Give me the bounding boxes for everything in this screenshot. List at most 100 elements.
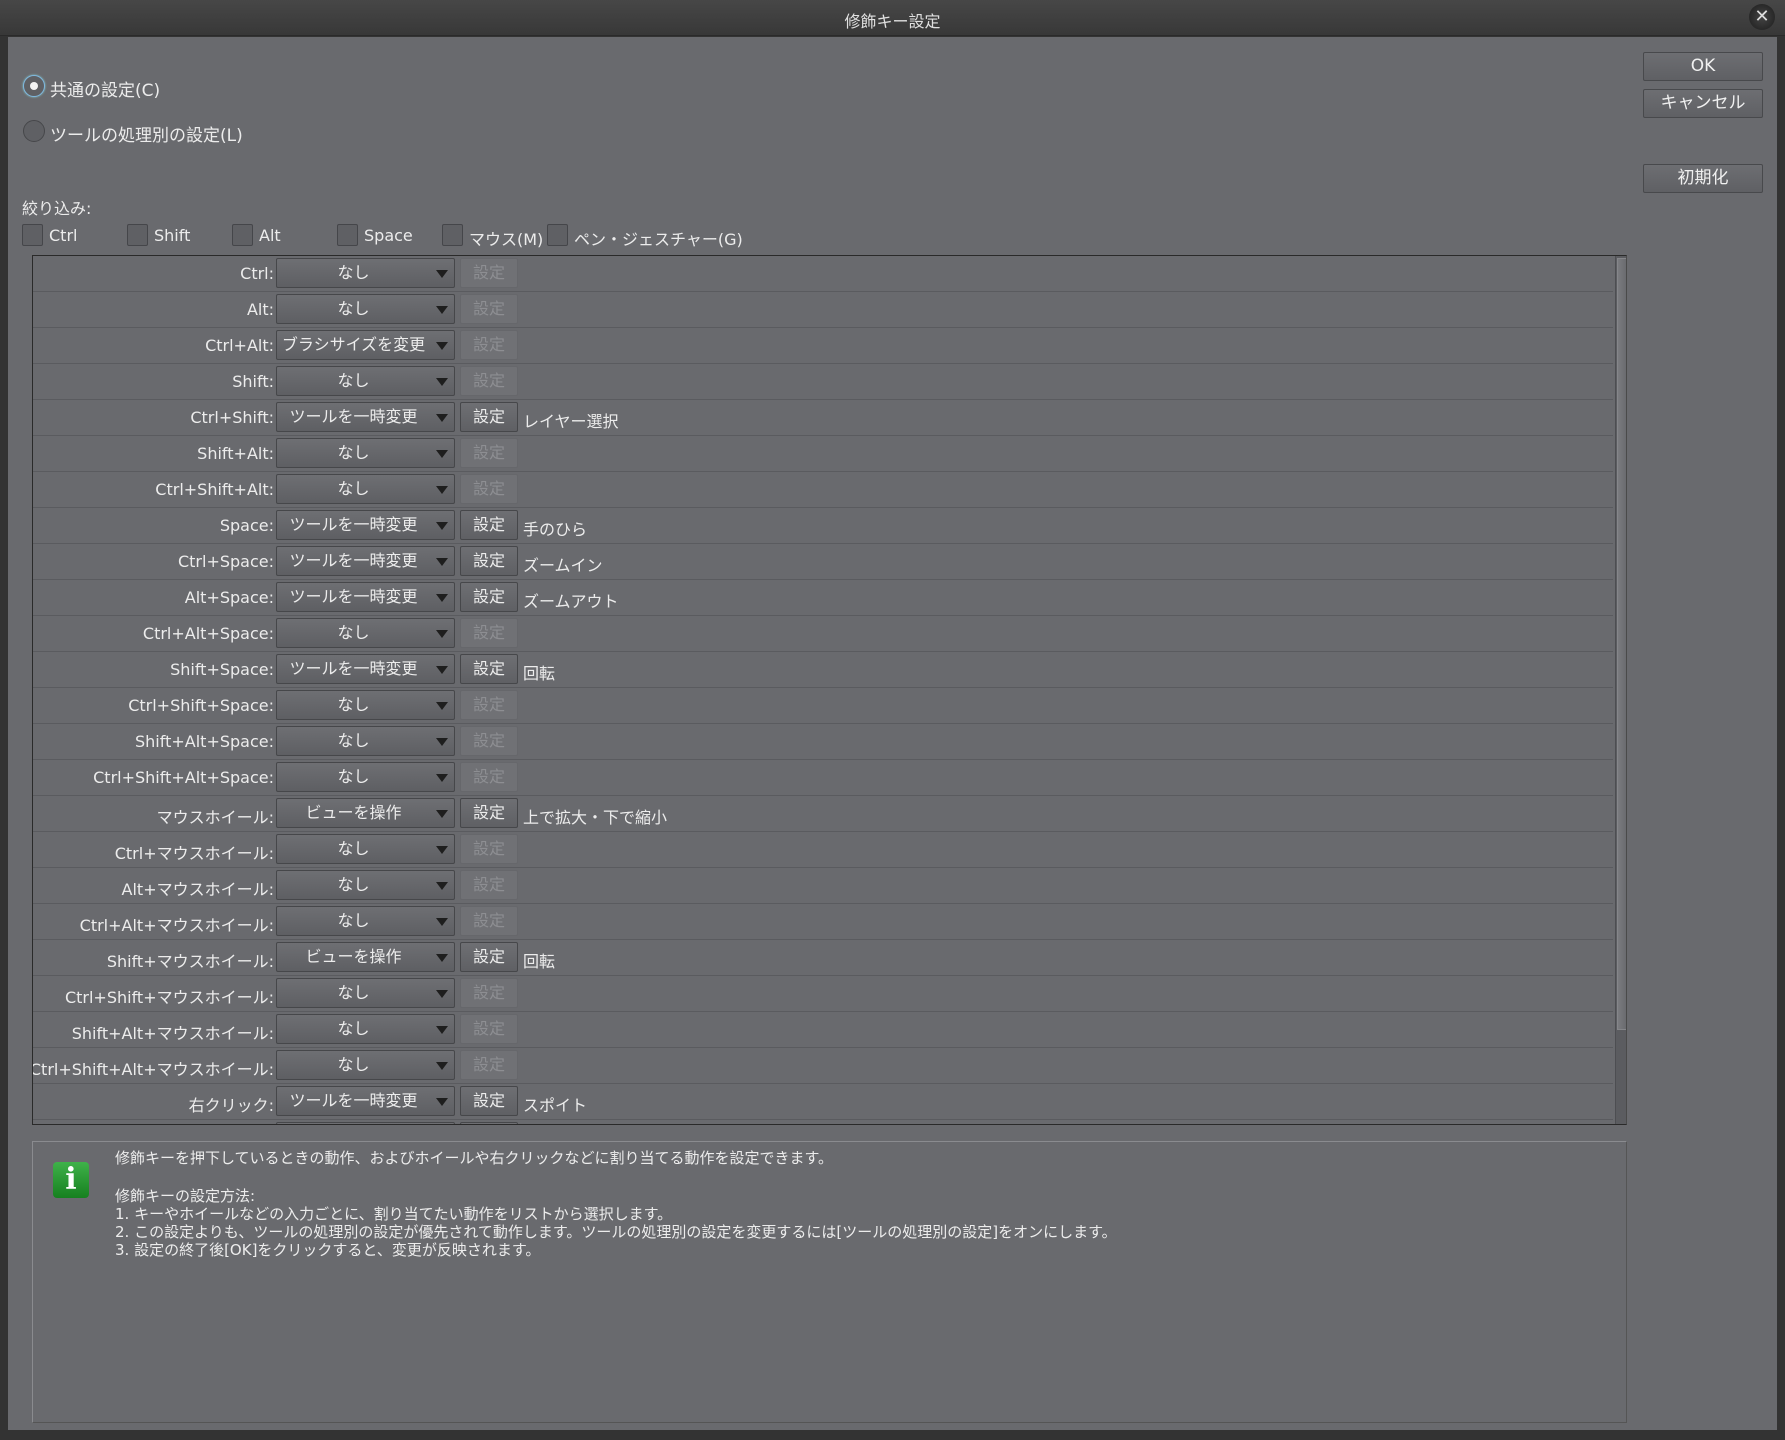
action-dropdown[interactable]: なし [276,978,455,1008]
filter-checkbox-label[interactable]: Shift [154,226,190,245]
set-button[interactable]: 設定 [460,294,518,324]
action-value: なし [337,767,370,786]
set-button[interactable]: 設定 [460,618,518,648]
set-button[interactable]: 設定 [460,942,518,972]
action-dropdown[interactable]: ツールを一時変更 [276,1086,455,1116]
table-row-partial [33,1120,1613,1124]
set-button[interactable]: 設定 [460,1014,518,1044]
scrollbar-thumb[interactable] [1617,258,1626,1030]
action-value: ツールを一時変更 [289,587,418,606]
filter-checkbox[interactable] [547,224,568,246]
set-button[interactable]: 設定 [460,366,518,396]
filter-checkbox-label[interactable]: Ctrl [49,226,77,245]
set-button[interactable]: 設定 [460,870,518,900]
action-dropdown[interactable]: なし [276,762,455,792]
table-row: 右クリック: ツールを一時変更 設定 スポイト [33,1084,1613,1120]
info-icon: i [53,1162,89,1198]
chevron-down-icon [436,774,448,782]
set-button[interactable]: 設定 [460,258,518,288]
key-label: Ctrl+Shift+マウスホイール: [64,988,274,1007]
action-dropdown[interactable]: なし [276,870,455,900]
key-label: Shift+Alt: [197,444,274,463]
action-dropdown[interactable]: ビューを操作 [276,798,455,828]
scrollbar[interactable] [1615,256,1626,1124]
action-dropdown[interactable]: ツールを一時変更 [276,654,455,684]
filter-checkbox[interactable] [22,224,43,246]
action-dropdown[interactable] [276,1122,455,1124]
action-dropdown[interactable]: ツールを一時変更 [276,510,455,540]
action-dropdown[interactable]: なし [276,258,455,288]
action-dropdown[interactable]: なし [276,294,455,324]
set-button[interactable]: 設定 [460,474,518,504]
action-dropdown[interactable]: なし [276,1050,455,1080]
action-value: ツールを一時変更 [289,659,418,678]
action-dropdown[interactable]: なし [276,726,455,756]
ok-button[interactable]: OK [1643,52,1763,81]
key-label: Ctrl+Alt+マウスホイール: [79,916,274,935]
action-dropdown[interactable]: ツールを一時変更 [276,582,455,612]
action-value: ブラシサイズを変更 [281,335,426,354]
key-label: Space: [219,516,274,535]
assigned-result: 回転 [523,664,556,683]
chevron-down-icon [436,846,448,854]
filter-checkbox[interactable] [337,224,358,246]
radio-common-label[interactable]: 共通の設定(C) [50,76,160,101]
set-button[interactable]: 設定 [460,510,518,540]
action-value: なし [337,479,370,498]
key-label: Shift+マウスホイール: [106,952,274,971]
cancel-button[interactable]: キャンセル [1643,89,1763,118]
filter-checkbox-label[interactable]: ペン・ジェスチャー(G) [574,226,743,250]
action-value: なし [337,983,370,1002]
filter-checkbox-label[interactable]: Alt [259,226,281,245]
action-dropdown[interactable]: なし [276,366,455,396]
set-button[interactable]: 設定 [460,1086,518,1116]
set-button[interactable]: 設定 [460,582,518,612]
table-row: Ctrl+Alt+Space: なし 設定 [33,616,1613,652]
set-button[interactable]: 設定 [460,438,518,468]
set-button[interactable]: 設定 [460,798,518,828]
action-dropdown[interactable]: ツールを一時変更 [276,402,455,432]
table-row: Ctrl: なし 設定 [33,256,1613,292]
radio-per-tool[interactable] [23,120,45,142]
action-dropdown[interactable]: ツールを一時変更 [276,546,455,576]
table-row: Ctrl+Shift+マウスホイール: なし 設定 [33,976,1613,1012]
filter-checkbox[interactable] [127,224,148,246]
radio-per-tool-label[interactable]: ツールの処理別の設定(L) [50,121,243,146]
close-button[interactable]: ✕ [1749,4,1775,30]
chevron-down-icon [436,378,448,386]
action-dropdown[interactable]: なし [276,834,455,864]
action-dropdown[interactable]: なし [276,1014,455,1044]
set-button[interactable]: 設定 [460,402,518,432]
set-button[interactable]: 設定 [460,330,518,360]
key-label: Ctrl+Space: [177,552,274,571]
key-label: Alt: [246,300,274,319]
action-value: なし [337,911,370,930]
filter-checkbox[interactable] [442,224,463,246]
action-dropdown[interactable]: なし [276,906,455,936]
action-dropdown[interactable]: ブラシサイズを変更 [276,330,455,360]
set-button[interactable]: 設定 [460,978,518,1008]
radio-common[interactable] [23,75,45,97]
action-dropdown[interactable]: なし [276,618,455,648]
reset-button[interactable]: 初期化 [1643,164,1763,193]
filter-checkbox[interactable] [232,224,253,246]
action-value: ツールを一時変更 [289,551,418,570]
filter-checkbox-label[interactable]: マウス(M) [469,226,543,250]
set-button[interactable]: 設定 [460,726,518,756]
action-dropdown[interactable]: ビューを操作 [276,942,455,972]
table-row: Ctrl+Alt: ブラシサイズを変更 設定 [33,328,1613,364]
chevron-down-icon [436,990,448,998]
set-button[interactable] [460,1122,518,1124]
set-button[interactable]: 設定 [460,654,518,684]
set-button[interactable]: 設定 [460,906,518,936]
action-dropdown[interactable]: なし [276,474,455,504]
action-dropdown[interactable]: なし [276,438,455,468]
chevron-down-icon [436,594,448,602]
filter-checkbox-label[interactable]: Space [364,226,413,245]
set-button[interactable]: 設定 [460,690,518,720]
set-button[interactable]: 設定 [460,1050,518,1080]
set-button[interactable]: 設定 [460,834,518,864]
action-dropdown[interactable]: なし [276,690,455,720]
set-button[interactable]: 設定 [460,762,518,792]
set-button[interactable]: 設定 [460,546,518,576]
